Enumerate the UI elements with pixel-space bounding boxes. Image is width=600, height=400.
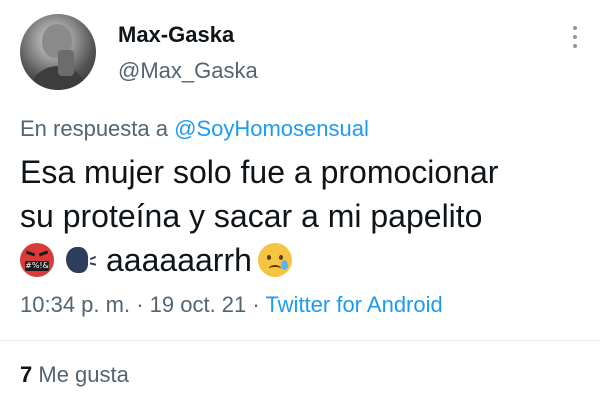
tweet-text: Esa mujer solo fue a promocionar su prot… [20,150,590,282]
reply-prefix: En respuesta a [20,116,168,141]
crying-face-icon [257,243,292,277]
likes-count: 7 [20,362,33,387]
tweet-metadata: 10:34 p. m. · 19 oct. 21 · Twitter for A… [20,292,443,318]
tweet-source-link[interactable]: Twitter for Android [265,292,442,317]
tweet-date[interactable]: 19 oct. 21 [150,292,247,317]
reply-mention-link[interactable]: @SoyHomosensual [174,116,369,141]
likes-label: Me gusta [38,362,129,387]
author-name[interactable]: Max-Gaska [118,22,234,48]
divider [0,340,600,341]
author-handle[interactable]: @Max_Gaska [118,58,258,84]
dot [573,44,577,48]
separator: · [130,292,150,317]
tweet-line-2: su proteína y sacar a mi papelito [20,198,483,234]
avatar-phone-hand [58,50,74,76]
tweet-time[interactable]: 10:34 p. m. [20,292,130,317]
dot [573,26,577,30]
reply-context: En respuesta a @SoyHomosensual [20,116,369,142]
separator: · [246,292,266,317]
more-options-icon[interactable] [572,26,578,48]
emoji-symbols: #%!& [25,261,49,271]
tweet-line-1: Esa mujer solo fue a promocionar [20,154,499,190]
face-with-symbols-icon: #%!& [20,243,54,277]
likes-stat[interactable]: 7 Me gusta [20,362,129,388]
tweet-line-3-text: aaaaaarrh [106,242,252,278]
speaking-head-icon [62,243,98,277]
tweet-line-3: #%!& aaaaaarrh [20,238,590,282]
dot [573,35,577,39]
avatar[interactable] [20,14,96,90]
